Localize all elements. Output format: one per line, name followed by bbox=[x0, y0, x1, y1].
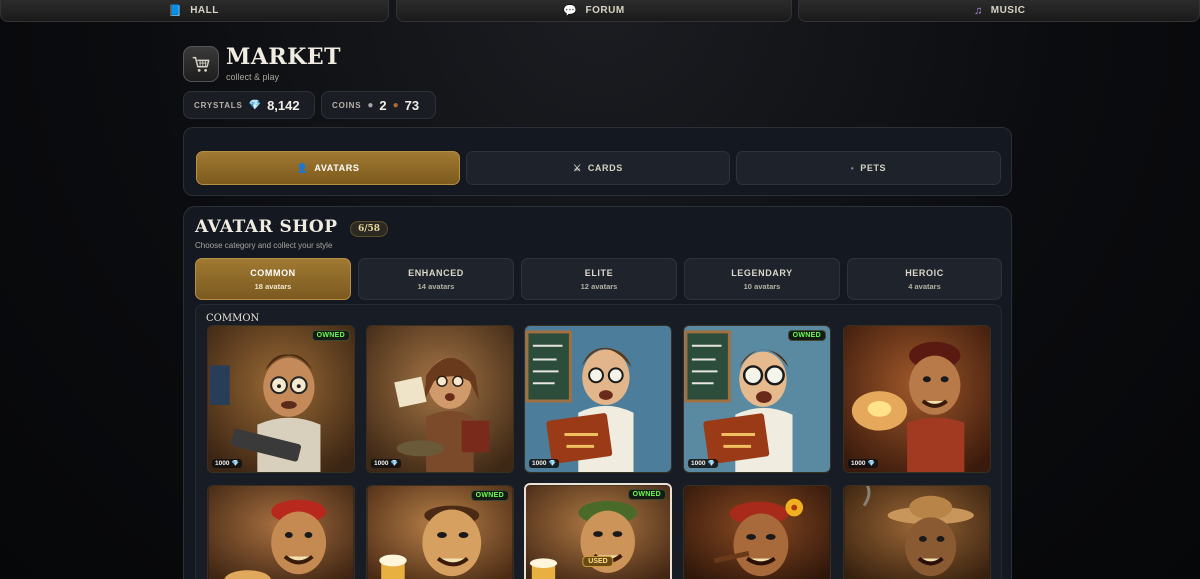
gem-icon: 💎 bbox=[248, 99, 262, 111]
avatar-image bbox=[684, 486, 830, 579]
owned-badge: OWNED bbox=[311, 330, 350, 341]
market-logo bbox=[183, 46, 219, 82]
tab-avatars-label: AVATARS bbox=[314, 163, 360, 173]
crossed-swords-icon: ⚔ bbox=[573, 162, 582, 173]
avatar-card-oxford-reader-round[interactable]: OWNED 1000 💎 bbox=[683, 325, 831, 473]
cart-icon bbox=[192, 56, 210, 72]
avatar-card-pie-eater[interactable]: 1000 💎 bbox=[843, 325, 991, 473]
category-common[interactable]: COMMON 18 avatars bbox=[195, 258, 351, 300]
gem-icon: 💎 bbox=[707, 461, 715, 467]
gem-icon: 💎 bbox=[867, 461, 875, 467]
nav-hall-button[interactable]: 📘 HALL bbox=[0, 0, 389, 22]
avatar-image bbox=[684, 326, 830, 472]
tab-cards-label: CARDS bbox=[587, 163, 623, 173]
avatar-card-green-cap-beer[interactable]: OWNED USED bbox=[524, 483, 672, 579]
avatar-card-beer-drinker[interactable]: OWNED bbox=[366, 485, 514, 579]
price-tag: 1000 💎 bbox=[371, 459, 401, 468]
category-legendary[interactable]: LEGENDARY 10 avatars bbox=[684, 258, 840, 300]
price-tag: 1000 💎 bbox=[688, 459, 718, 468]
music-note-icon: ♫ bbox=[974, 4, 983, 17]
avatar-card-straw-hat-smoker[interactable] bbox=[843, 485, 991, 579]
price-tag: 1000 💎 bbox=[848, 459, 878, 468]
category-count: 4 avatars bbox=[908, 281, 941, 291]
nav-hall-label: HALL bbox=[190, 5, 219, 16]
shop-subtitle: Choose category and collect your style bbox=[195, 241, 333, 250]
market-tabs: 👤 AVATARS ⚔ CARDS • PETS bbox=[183, 127, 1012, 196]
gem-icon: 💎 bbox=[231, 461, 239, 467]
avatar-grid: COMMON OWNED 1000 💎 1000 💎 1000 💎 OWNED … bbox=[195, 304, 1002, 579]
crystals-value: 8,142 bbox=[267, 97, 300, 113]
bronze-coin-icon: ● bbox=[392, 99, 399, 111]
nav-music-button[interactable]: ♫ MUSIC bbox=[798, 0, 1200, 22]
silver-coins-value: 2 bbox=[379, 97, 387, 113]
price-value: 1000 bbox=[532, 460, 547, 467]
avatar-image bbox=[367, 326, 513, 472]
category-name: LEGENDARY bbox=[731, 267, 793, 278]
avatar-card-programmer[interactable]: OWNED 1000 💎 bbox=[207, 325, 355, 473]
tab-cards[interactable]: ⚔ CARDS bbox=[466, 151, 730, 185]
owned-badge: OWNED bbox=[470, 490, 509, 501]
top-nav: 📘 HALL 💬 FORUM ♫ MUSIC bbox=[0, 0, 1200, 22]
avatar-card-pirate-bandana[interactable] bbox=[207, 485, 355, 579]
coins-stat: COINS ● 2 ● 73 bbox=[321, 91, 436, 119]
tab-pets[interactable]: • PETS bbox=[736, 151, 1001, 185]
category-count: 12 avatars bbox=[580, 281, 618, 291]
nav-forum-button[interactable]: 💬 FORUM bbox=[396, 0, 792, 22]
gem-icon: 💎 bbox=[390, 461, 398, 467]
silver-coin-icon: ● bbox=[367, 99, 374, 111]
crystals-stat: CRYSTALS 💎 8,142 bbox=[183, 91, 315, 119]
price-value: 1000 bbox=[215, 460, 230, 467]
price-tag: 1000 💎 bbox=[529, 459, 559, 468]
gem-icon: 💎 bbox=[548, 461, 556, 467]
page-subtitle: collect & play bbox=[226, 72, 280, 82]
shop-title: AVATAR SHOP bbox=[195, 217, 338, 237]
speech-bubble-icon: 💬 bbox=[563, 5, 578, 17]
price-value: 1000 bbox=[851, 460, 866, 467]
category-count: 10 avatars bbox=[743, 281, 781, 291]
avatar-shop-panel: AVATAR SHOP 6/58 Choose category and col… bbox=[183, 206, 1012, 579]
tab-avatars[interactable]: 👤 AVATARS bbox=[196, 151, 460, 185]
avatar-image bbox=[208, 326, 354, 472]
tab-pets-label: PETS bbox=[860, 163, 887, 173]
avatar-card-flower-smoker[interactable] bbox=[683, 485, 831, 579]
bronze-coins-value: 73 bbox=[404, 97, 420, 113]
nav-music-label: MUSIC bbox=[990, 5, 1026, 16]
page-title: MARKET bbox=[226, 44, 341, 70]
avatar-image bbox=[208, 486, 354, 579]
category-elite[interactable]: ELITE 12 avatars bbox=[521, 258, 677, 300]
shop-count-badge: 6/58 bbox=[350, 221, 389, 237]
avatar-card-oxford-reader-glasses[interactable]: 1000 💎 bbox=[524, 325, 672, 473]
owned-badge: OWNED bbox=[787, 330, 826, 341]
category-enhanced[interactable]: ENHANCED 14 avatars bbox=[358, 258, 514, 300]
avatar-image bbox=[844, 326, 990, 472]
person-icon: 👤 bbox=[296, 162, 309, 173]
category-name: ENHANCED bbox=[408, 267, 464, 278]
price-value: 1000 bbox=[374, 460, 389, 467]
paw-icon: • bbox=[850, 163, 855, 173]
category-count: 14 avatars bbox=[417, 281, 455, 291]
avatar-image bbox=[844, 486, 990, 579]
category-name: COMMON bbox=[250, 267, 296, 278]
avatar-card-student-notes[interactable]: 1000 💎 bbox=[366, 325, 514, 473]
price-tag: 1000 💎 bbox=[212, 459, 242, 468]
used-badge: USED bbox=[582, 556, 614, 567]
grid-section-label: COMMON bbox=[206, 313, 260, 324]
category-heroic[interactable]: HEROIC 4 avatars bbox=[847, 258, 1002, 300]
category-name: HEROIC bbox=[905, 267, 944, 278]
crystals-label: CRYSTALS bbox=[194, 100, 243, 110]
nav-forum-label: FORUM bbox=[585, 5, 625, 16]
book-icon: 📘 bbox=[168, 5, 183, 17]
category-count: 18 avatars bbox=[254, 281, 292, 291]
owned-badge: OWNED bbox=[627, 489, 666, 500]
category-name: ELITE bbox=[584, 267, 614, 278]
price-value: 1000 bbox=[691, 460, 706, 467]
avatar-image bbox=[525, 326, 671, 472]
coins-label: COINS bbox=[332, 100, 362, 110]
